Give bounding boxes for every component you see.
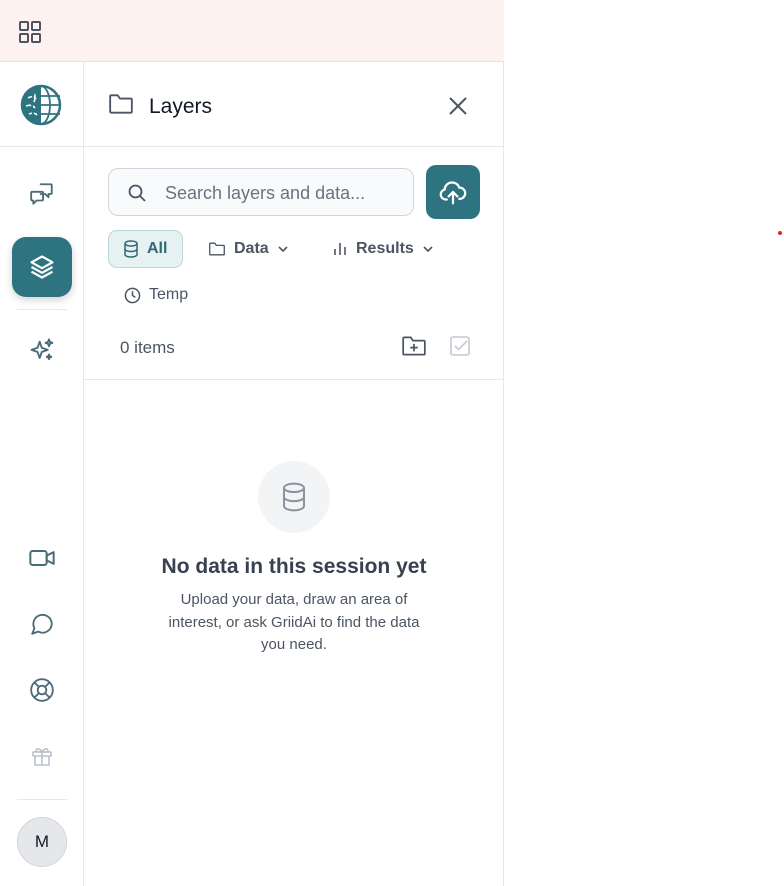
gift-icon bbox=[32, 748, 52, 766]
filter-data[interactable]: Data bbox=[194, 230, 303, 268]
database-icon bbox=[124, 240, 138, 258]
rail-help-button[interactable] bbox=[12, 660, 72, 720]
folder-plus-icon bbox=[402, 336, 426, 356]
chat-bubbles-icon bbox=[30, 183, 53, 205]
filter-results[interactable]: Results bbox=[318, 230, 448, 268]
rail-ai-button[interactable] bbox=[12, 321, 72, 381]
rail-gift-button[interactable] bbox=[12, 726, 72, 786]
chevron-down-icon bbox=[278, 246, 288, 253]
rail-divider bbox=[0, 146, 84, 147]
empty-state-title: No data in this session yet bbox=[161, 555, 427, 578]
search-icon bbox=[128, 184, 146, 202]
layers-panel: Layers All Data bbox=[84, 62, 504, 886]
folder-icon bbox=[108, 92, 134, 121]
indicator-dot bbox=[778, 231, 782, 235]
filter-label: Results bbox=[356, 240, 414, 257]
filter-all[interactable]: All bbox=[108, 230, 183, 268]
rail-video-button[interactable] bbox=[12, 528, 72, 588]
filter-label: All bbox=[147, 240, 168, 257]
chevron-down-icon bbox=[423, 246, 433, 253]
rail-divider bbox=[17, 799, 67, 800]
rail-feedback-button[interactable] bbox=[12, 594, 72, 654]
empty-state-icon-circle bbox=[258, 461, 330, 533]
page-title: Layers bbox=[149, 95, 213, 118]
upload-button[interactable] bbox=[426, 165, 480, 219]
filter-label: Temp bbox=[149, 286, 189, 303]
left-rail: M bbox=[0, 62, 84, 886]
folder-icon bbox=[209, 242, 225, 256]
checkbox-icon bbox=[450, 336, 470, 356]
close-icon bbox=[449, 97, 467, 115]
sparkles-icon bbox=[30, 338, 54, 361]
video-icon bbox=[29, 550, 55, 566]
top-bar bbox=[0, 0, 504, 62]
lifebuoy-icon bbox=[30, 678, 54, 702]
items-toolbar: 0 items bbox=[84, 320, 504, 380]
layers-icon bbox=[30, 255, 54, 279]
new-folder-button[interactable] bbox=[400, 332, 428, 360]
filter-temp[interactable]: Temp bbox=[110, 276, 202, 314]
bar-chart-icon bbox=[334, 243, 346, 255]
brain-globe-logo-icon[interactable] bbox=[20, 84, 62, 126]
clock-icon bbox=[124, 287, 141, 303]
grid-icon bbox=[19, 21, 41, 43]
user-avatar[interactable]: M bbox=[17, 817, 67, 867]
rail-layers-button[interactable] bbox=[12, 237, 72, 297]
cloud-upload-icon bbox=[439, 181, 467, 205]
rail-divider bbox=[17, 309, 67, 310]
filter-label: Data bbox=[234, 240, 269, 257]
items-count: 0 items bbox=[120, 338, 175, 357]
message-icon bbox=[31, 613, 53, 635]
search-box bbox=[108, 168, 414, 216]
select-all-button[interactable] bbox=[446, 332, 474, 360]
rail-chat-button[interactable] bbox=[12, 164, 72, 224]
apps-grid-button[interactable] bbox=[14, 16, 46, 48]
close-button[interactable] bbox=[444, 92, 472, 120]
search-input[interactable] bbox=[165, 179, 405, 207]
empty-state-description: Upload your data, draw an area of intere… bbox=[168, 591, 420, 653]
database-icon bbox=[283, 482, 305, 512]
panel-header: Layers bbox=[84, 62, 504, 147]
